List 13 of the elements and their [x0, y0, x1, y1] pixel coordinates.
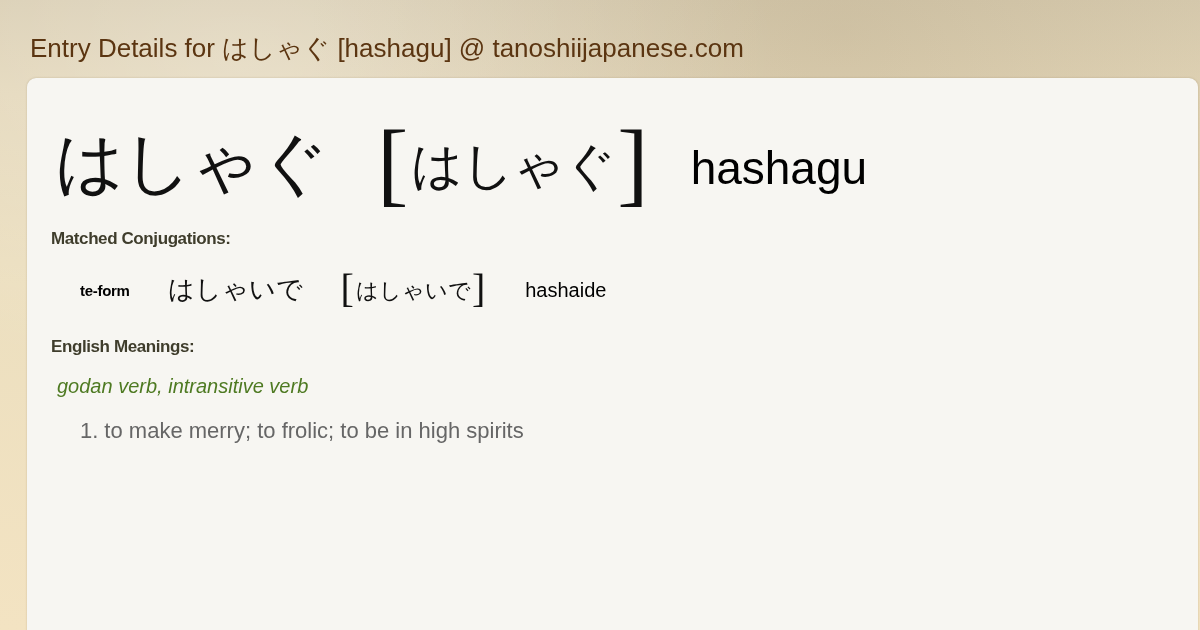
headword-reading: [はしゃぐ] [377, 114, 649, 212]
sense-number: 1. [80, 418, 99, 444]
page-title: Entry Details for はしゃぐ [hashagu] @ tanoshiijapanese.com [30, 32, 744, 65]
conjugated-word: はしゃいで [167, 273, 303, 306]
sense-text: to make merry; to frolic; to be in high spirits [104, 418, 524, 444]
section-heading: English Meanings: [51, 337, 195, 357]
headword: はしゃぐ [55, 122, 327, 204]
conjugation-form: te-form [80, 282, 130, 300]
section-heading: Matched Conjugations: [51, 229, 231, 249]
conjugation-romaji: hashaide [525, 278, 607, 302]
part-of-speech: godan verb, intransitive verb [57, 374, 309, 398]
romaji-reading: hashagu [690, 141, 868, 196]
conjugation-reading: [はしゃいで] [340, 269, 486, 309]
